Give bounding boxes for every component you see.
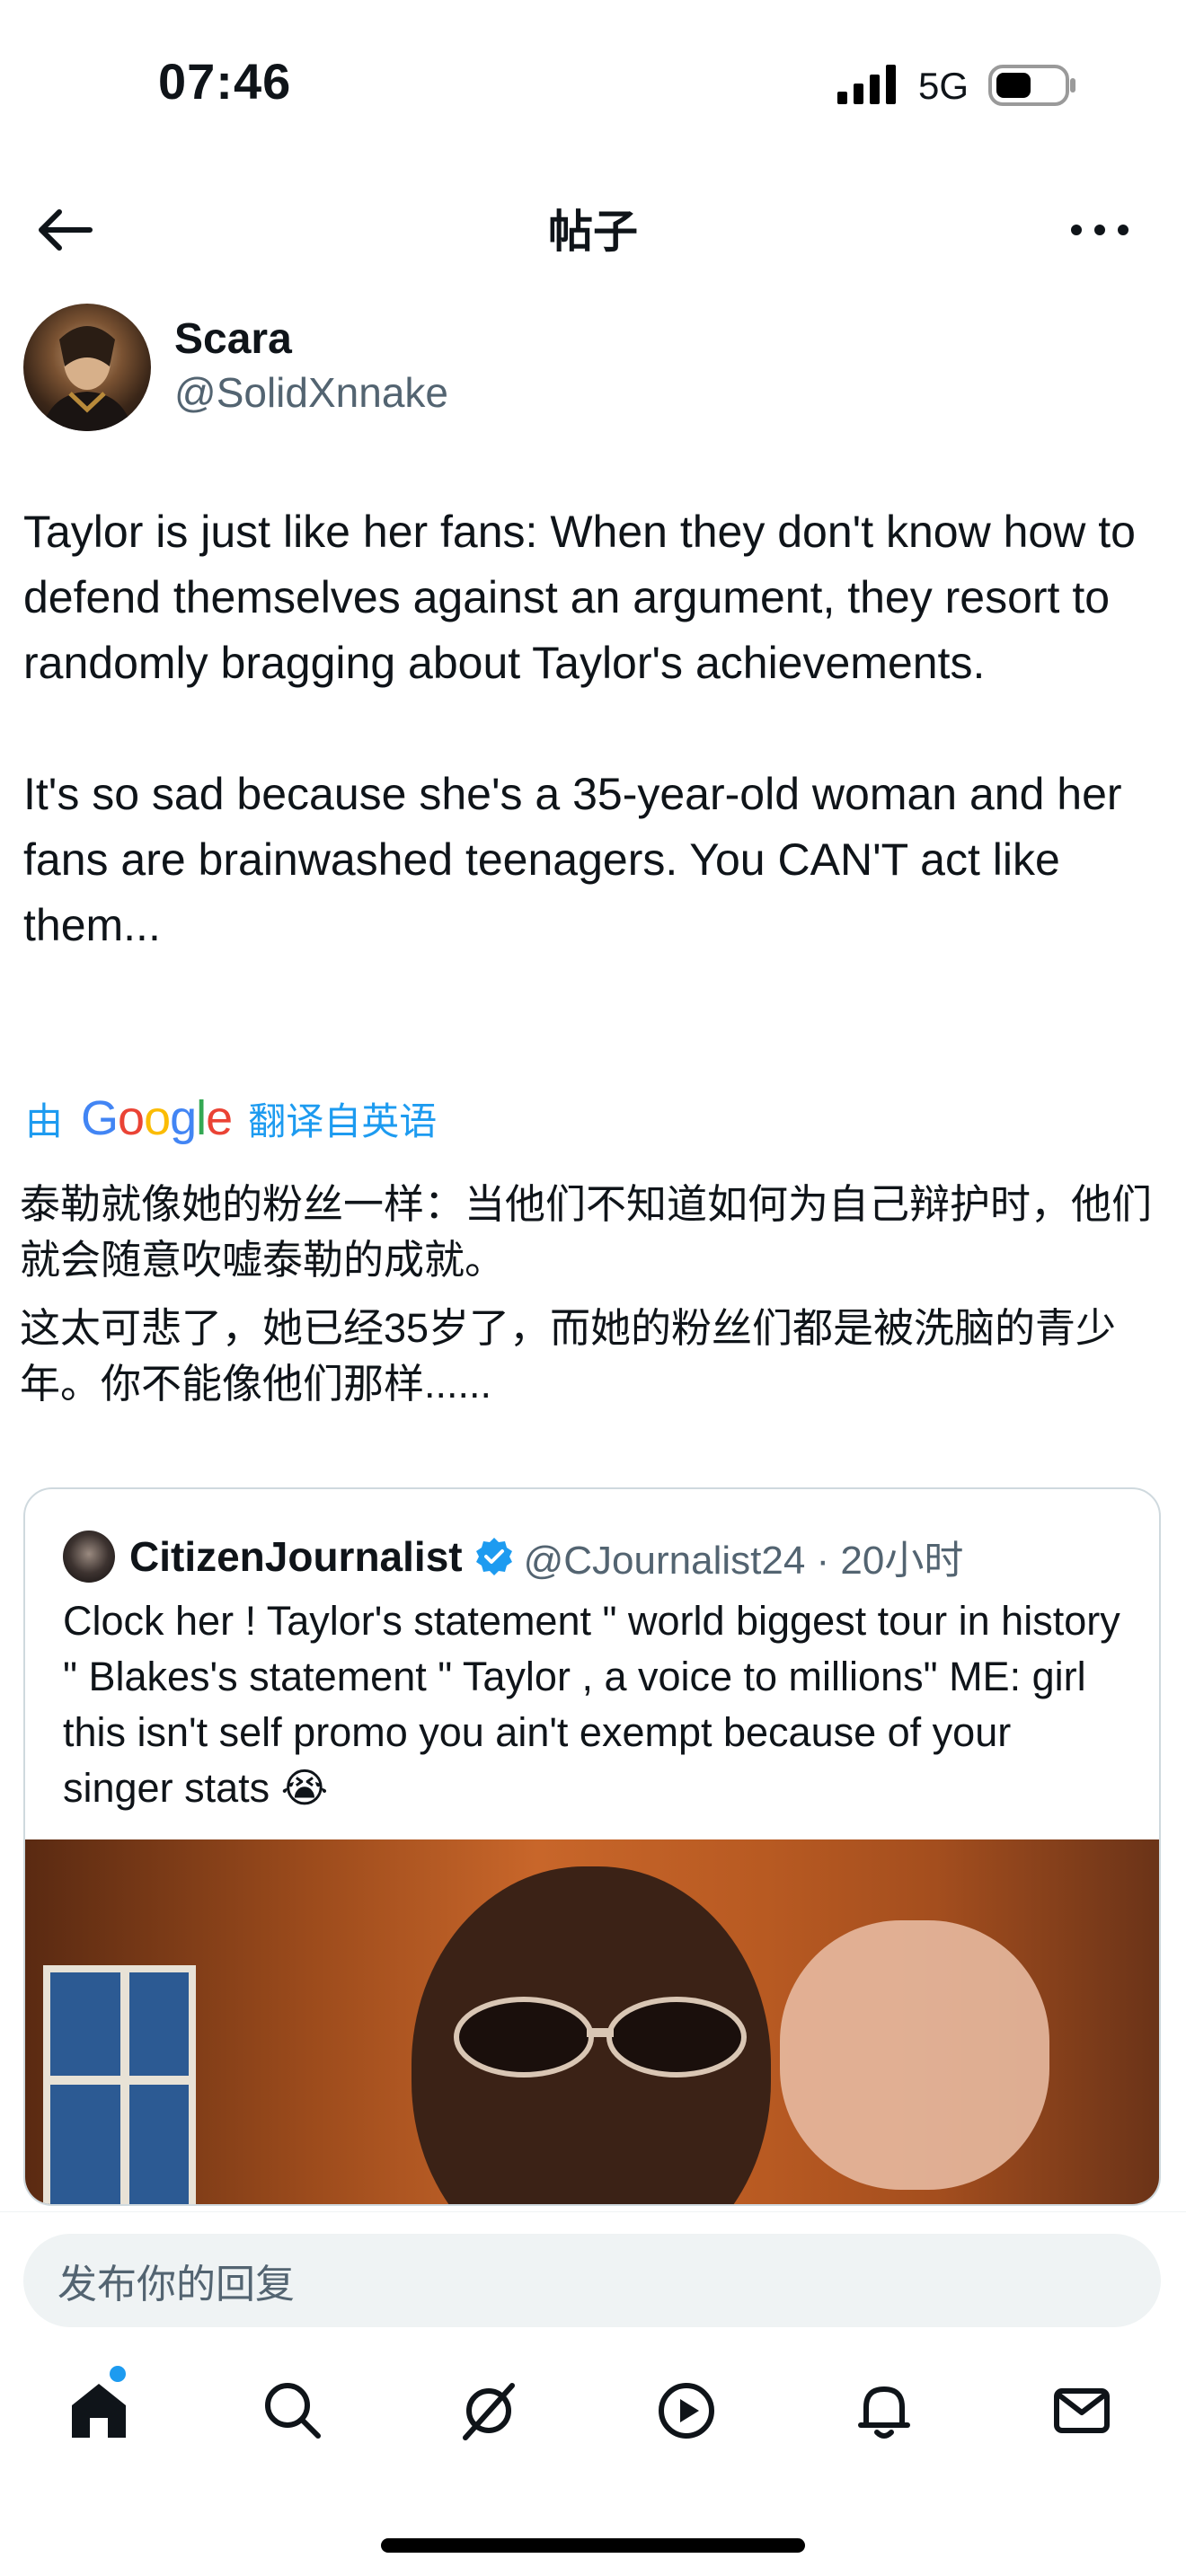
video-play-icon[interactable]	[651, 2375, 722, 2447]
search-icon[interactable]	[257, 2375, 329, 2447]
translation-attribution[interactable]: 由 Google 翻译自英语	[25, 1087, 437, 1150]
bottom-navigation	[0, 2337, 1186, 2490]
post-header: 帖子	[0, 180, 1186, 278]
messages-mail-icon[interactable]	[1046, 2375, 1118, 2447]
quoted-author-name: CitizenJournalist	[129, 1533, 463, 1580]
home-icon[interactable]	[63, 2375, 135, 2447]
media-sunglasses	[454, 1997, 747, 2078]
translated-paragraph: 这太可悲了，她已经35岁了，而她的粉丝们都是被洗脑的青少年。你不能像他们那样..…	[20, 1305, 1117, 1407]
translated-paragraph: 泰勒就像她的粉丝一样：当他们不知道如何为自己辩护时，他们就会随意吹嘘泰勒的成就。	[20, 1181, 1153, 1283]
translate-suffix: 翻译自英语	[248, 1099, 438, 1142]
media-window	[43, 1965, 196, 2204]
google-logo: Google	[81, 1091, 233, 1145]
grok-icon[interactable]	[453, 2375, 525, 2447]
avatar-portrait	[41, 326, 133, 431]
post-text: Taylor is just like her fans: When they …	[23, 499, 1164, 958]
translated-text: 泰勒就像她的粉丝一样：当他们不知道如何为自己辩护时，他们就会随意吹嘘泰勒的成就。…	[20, 1177, 1170, 1412]
media-fist	[780, 1920, 1049, 2190]
network-type: 5G	[918, 65, 969, 107]
author-avatar[interactable]	[23, 304, 151, 431]
quoted-post-text: Clock her ! Taylor's statement " world b…	[63, 1598, 1120, 1811]
author-handle[interactable]: @SolidXnnake	[174, 368, 448, 417]
quoted-author-avatar	[63, 1531, 115, 1583]
quoted-post-media[interactable]	[25, 1839, 1159, 2204]
notifications-bell-icon[interactable]	[848, 2375, 920, 2447]
page-title: 帖子	[548, 207, 638, 257]
reply-input[interactable]: 发布你的回复	[23, 2234, 1161, 2327]
home-indicator[interactable]	[381, 2538, 805, 2553]
status-bar: 07:46 5G	[0, 0, 1186, 171]
post-paragraph: Taylor is just like her fans: When they …	[23, 507, 1136, 688]
signal-bars-icon	[837, 65, 896, 104]
battery-icon	[988, 65, 1075, 106]
reply-area: 发布你的回复	[0, 2211, 1186, 2337]
translate-prefix: 由	[25, 1099, 64, 1142]
quoted-post[interactable]: CitizenJournalist @CJournalist24 · 20小时 …	[23, 1487, 1161, 2206]
more-options-icon[interactable]	[1060, 198, 1139, 262]
author-name[interactable]: Scara	[174, 314, 292, 364]
quoted-post-header: CitizenJournalist @CJournalist24 · 20小时	[63, 1525, 963, 1588]
post-paragraph: It's so sad because she's a 35-year-old …	[23, 769, 1122, 950]
verified-badge-icon	[475, 1538, 512, 1575]
home-notification-dot	[110, 2366, 126, 2382]
status-time: 07:46	[158, 53, 292, 110]
quoted-author-handle-time: @CJournalist24 · 20小时	[523, 1539, 964, 1583]
